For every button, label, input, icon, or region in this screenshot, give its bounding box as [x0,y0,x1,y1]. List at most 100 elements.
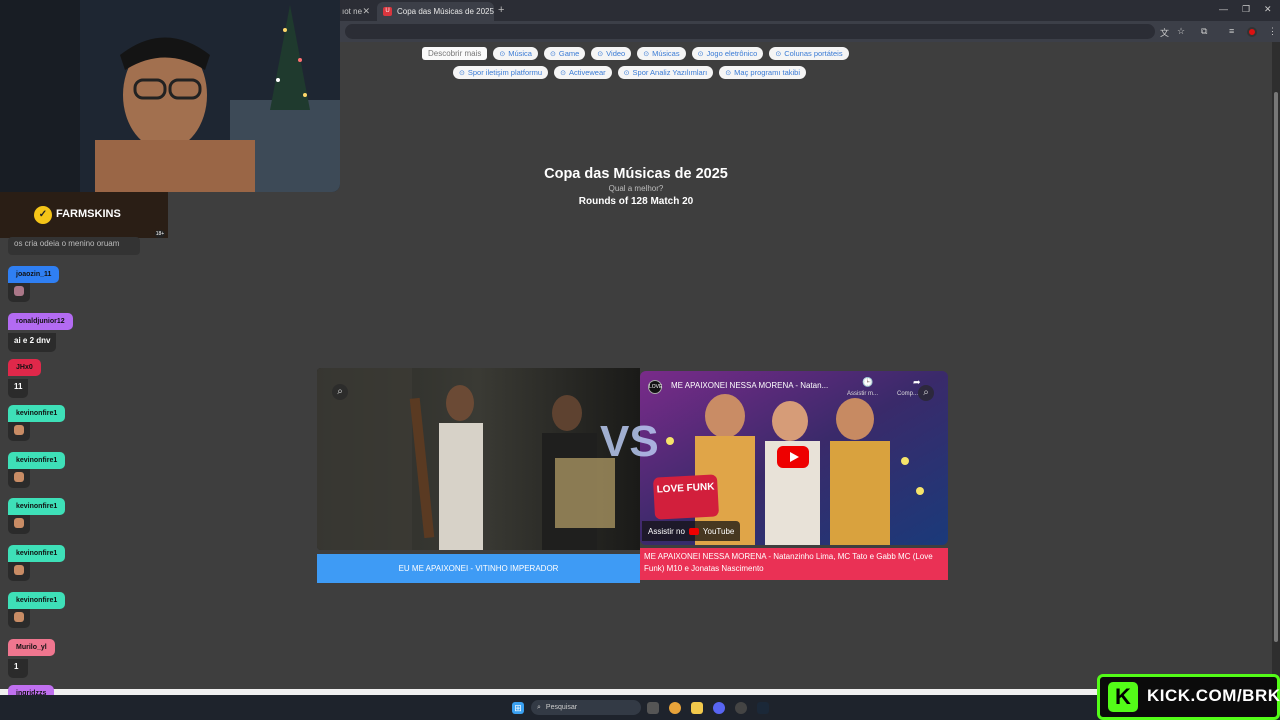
right-song-option[interactable]: ME APAIXONEI NESSA MORENA - Natanzinho L… [640,548,948,580]
chat-username: joaozin_11 [8,266,60,283]
sponsor-banner: ✓ FARMSKINS 18+ [0,192,168,238]
steam-icon[interactable] [757,702,769,714]
right-video-embed[interactable]: LOVE ME APAIXONEI NESSA MORENA - Natan..… [640,371,948,545]
search-placeholder: Pesquisar [545,704,578,711]
zoom-icon[interactable]: ⌕ [918,385,934,401]
round-label: Rounds of 128 Match 20 [578,196,694,207]
chat-username: kevinonfire1 [8,452,66,469]
age-badge: 18+ [155,230,165,238]
watch-on-label: Assistir no [648,526,685,536]
farmskins-logo-icon: ✓ [34,206,52,224]
chip-spor-iletisim[interactable]: ⊙ Spor iletişim platformu [453,66,549,79]
chip-jogo-eletronico[interactable]: ⊙ Jogo eletrônico [691,47,764,60]
search-icon: ⊙ [499,50,506,58]
watch-later-label: Assistir m... [847,391,878,397]
chip-musicas[interactable]: ⊙ Músicas [637,47,686,60]
search-icon: ⊙ [459,69,465,77]
clock-icon[interactable]: 🕒 [862,377,873,388]
chip-musica[interactable]: ⊙ Música [493,47,538,60]
chip-discover-more[interactable]: Descobrir mais [422,47,488,60]
profile-avatar[interactable] [1247,27,1257,37]
search-icon: ⊙ [623,69,630,77]
search-icon: ⊙ [725,69,732,77]
emote-icon [14,565,24,575]
chat-message [8,283,30,302]
chat-entry: kevinonfire1 [8,589,66,628]
emote-icon [14,518,24,528]
chip-video[interactable]: ⊙ Video [591,47,632,60]
obs-icon[interactable] [735,702,747,714]
chat-message [8,562,30,581]
chip-label: Colunas portáteis [784,49,843,58]
close-icon[interactable]: ✕ [362,6,370,17]
webcam-image [0,0,340,192]
chat-username: kevinonfire1 [8,592,66,609]
search-icon: ⌕ [537,703,541,711]
taskbar-search[interactable]: ⌕ Pesquisar [531,700,641,715]
translate-icon[interactable]: 文 [1160,26,1169,39]
youtube-brand: YouTube [702,526,735,536]
menu-icon[interactable]: ⋮ [1268,26,1277,37]
chip-colunas-portateis[interactable]: ⊙ Colunas portáteis [769,47,849,60]
chat-message [8,469,30,488]
scrollbar-thumb[interactable] [1274,92,1278,642]
chat-entry: Murilo_yl 1 [8,636,55,678]
address-bar[interactable] [345,24,1155,39]
search-icon: ⊙ [597,50,604,58]
search-icon: ⊙ [697,50,704,58]
chip-label: Spor Analiz Yazılımları [632,68,708,77]
left-video-thumbnail [317,368,640,550]
restore-icon[interactable]: ❐ [1242,4,1250,15]
extensions-icon[interactable]: ⧉ [1201,26,1207,37]
start-menu-icon[interactable]: ⊞ [512,702,524,714]
chip-activewear[interactable]: ⊙ Activewear [554,66,612,79]
share-label: Comp... [897,391,919,397]
chip-label: Spor iletişim platformu [467,68,543,77]
chat-username: kevinonfire1 [8,545,66,562]
play-button[interactable] [777,446,809,468]
youtube-icon [688,527,699,535]
search-icon: ⊙ [560,69,566,77]
browser-tab-active[interactable]: U Copa das Músicas de 2025 🔊 ✕ [377,2,494,21]
love-funk-logo: LOVE FUNK [652,474,720,520]
bookmark-star-icon[interactable]: ☆ [1177,26,1185,37]
watch-on-youtube[interactable]: Assistir no YouTube [642,521,741,541]
left-video[interactable]: ⌕ [317,368,640,550]
chip-mac-programi[interactable]: ⊙ Maç programı takibi [719,66,807,79]
file-explorer-icon[interactable] [691,702,703,714]
chat-entry: JHx0 11 [8,356,41,398]
chip-game[interactable]: ⊙ Game [543,47,586,60]
chip-spor-analiz[interactable]: ⊙ Spor Analiz Yazılımları [617,66,714,79]
tab-inactive-title: ıot ne [342,7,363,16]
streamer-webcam [0,0,340,192]
emote-icon [14,425,24,435]
chip-label: Música [508,49,532,58]
tab-favicon-icon: U [383,7,392,16]
emote-icon [14,612,24,622]
channel-avatar[interactable]: LOVE [648,380,662,394]
chip-label: Jogo eletrônico [706,49,758,58]
browser-tab-inactive[interactable]: ıot ne ✕ [336,2,376,21]
chat-message [8,422,30,441]
window-close-icon[interactable]: ✕ [1264,4,1272,15]
zoom-icon[interactable]: ⌕ [332,384,348,400]
discord-icon[interactable] [713,702,725,714]
left-song-option[interactable]: EU ME APAIXONEI - VITINHO IMPERADOR [317,554,640,583]
chip-label: Game [558,49,580,58]
minimize-icon[interactable]: — [1219,4,1228,14]
scrollbar[interactable] [1272,42,1280,689]
media-icon[interactable]: ≡ [1229,26,1234,36]
chrome-icon[interactable] [669,702,681,714]
chip-label: Video [606,49,626,58]
kick-channel-badge: K KICK.COM/BRKK [1097,674,1280,720]
emote-icon [14,286,24,296]
chat-message: 1 [8,659,28,678]
chat-message [8,609,30,628]
new-tab-icon[interactable]: + [498,4,504,16]
chip-label: Músicas [652,49,680,58]
kick-logo-icon: K [1108,682,1138,712]
chat-entry: kevinonfire1 [8,402,66,441]
vs-label: VS [600,417,659,466]
right-video-title[interactable]: ME APAIXONEI NESSA MORENA - Natan... [671,381,828,390]
task-view-icon[interactable] [647,702,659,714]
